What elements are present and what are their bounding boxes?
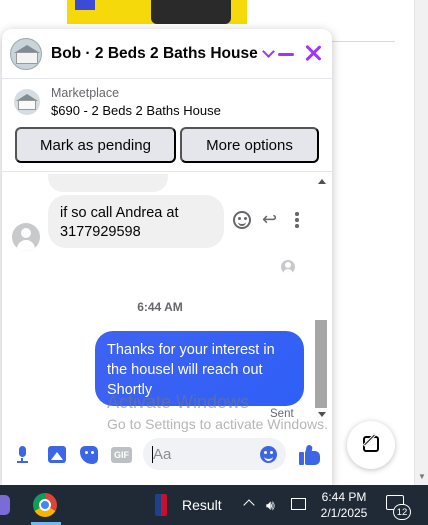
network-icon[interactable]: [291, 498, 306, 510]
reply-icon[interactable]: ↩: [262, 209, 277, 230]
widget-label[interactable]: Result: [182, 497, 222, 513]
message-scrollbar[interactable]: [314, 174, 328, 423]
message-composer: GIF Aa: [2, 433, 332, 477]
chevron-down-icon[interactable]: [261, 44, 275, 58]
mark-as-pending-button[interactable]: Mark as pending: [15, 127, 176, 163]
microphone-icon[interactable]: [17, 446, 28, 463]
thumbs-up-icon[interactable]: [299, 444, 321, 465]
conversation-avatar[interactable]: [10, 37, 42, 70]
photo-icon[interactable]: [48, 446, 66, 463]
input-placeholder: Aa: [153, 446, 172, 463]
scroll-up-arrow-icon[interactable]: [318, 179, 326, 184]
new-message-button[interactable]: [347, 421, 395, 469]
emoji-icon[interactable]: [260, 446, 277, 463]
minimize-icon[interactable]: [278, 53, 294, 56]
read-receipt-avatar: [281, 260, 295, 274]
scroll-down-arrow-icon[interactable]: [318, 412, 326, 417]
message-timestamp: 6:44 AM: [137, 300, 183, 314]
incoming-message[interactable]: if so call Andrea at 3177929598: [48, 195, 224, 248]
background-divider: [330, 41, 395, 42]
chrome-icon[interactable]: [33, 493, 57, 517]
sent-status: Sent: [270, 408, 294, 420]
volume-icon[interactable]: 🔊︎: [266, 497, 275, 514]
marketplace-listing: Marketplace $690 - 2 Beds 2 Baths House …: [2, 79, 332, 172]
clock[interactable]: 6:44 PM 2/1/2025: [318, 489, 370, 521]
chat-title[interactable]: Bob · 2 Beds 2 Baths House: [51, 45, 258, 63]
clock-time: 6:44 PM: [321, 490, 367, 504]
sticker-icon[interactable]: [80, 446, 98, 464]
close-icon[interactable]: [303, 43, 323, 63]
listing-thumbnail[interactable]: [14, 89, 40, 115]
taskbar: Result 🔊︎ 6:44 PM 2/1/2025 12: [0, 485, 428, 525]
more-options-button[interactable]: More options: [180, 127, 319, 163]
clock-date: 2/1/2025: [320, 506, 368, 520]
gif-icon[interactable]: GIF: [111, 447, 132, 463]
message-list[interactable]: if so call Andrea at 3177929598 ↩ 6:44 A…: [2, 174, 332, 423]
previous-message-bubble: [48, 174, 168, 192]
nba-icon[interactable]: [155, 494, 167, 516]
page-scrollbar[interactable]: ▼: [414, 0, 428, 485]
sender-avatar[interactable]: [12, 223, 40, 251]
marketplace-label: Marketplace: [51, 86, 120, 100]
more-actions-icon[interactable]: [295, 212, 299, 228]
chevron-up-icon[interactable]: [243, 499, 255, 511]
chat-window: Bob · 2 Beds 2 Baths House Marketplace $…: [2, 29, 332, 485]
background-banner-image: [67, 0, 247, 24]
message-input[interactable]: Aa: [143, 438, 286, 470]
app-icon[interactable]: [0, 495, 10, 515]
scrollbar-thumb[interactable]: [315, 320, 327, 408]
react-emoji-icon[interactable]: [233, 211, 251, 229]
listing-title[interactable]: $690 - 2 Beds 2 Baths House: [51, 103, 221, 118]
outgoing-message[interactable]: Thanks for your interest in the housel w…: [95, 331, 304, 406]
notification-count-badge: 12: [393, 504, 411, 520]
